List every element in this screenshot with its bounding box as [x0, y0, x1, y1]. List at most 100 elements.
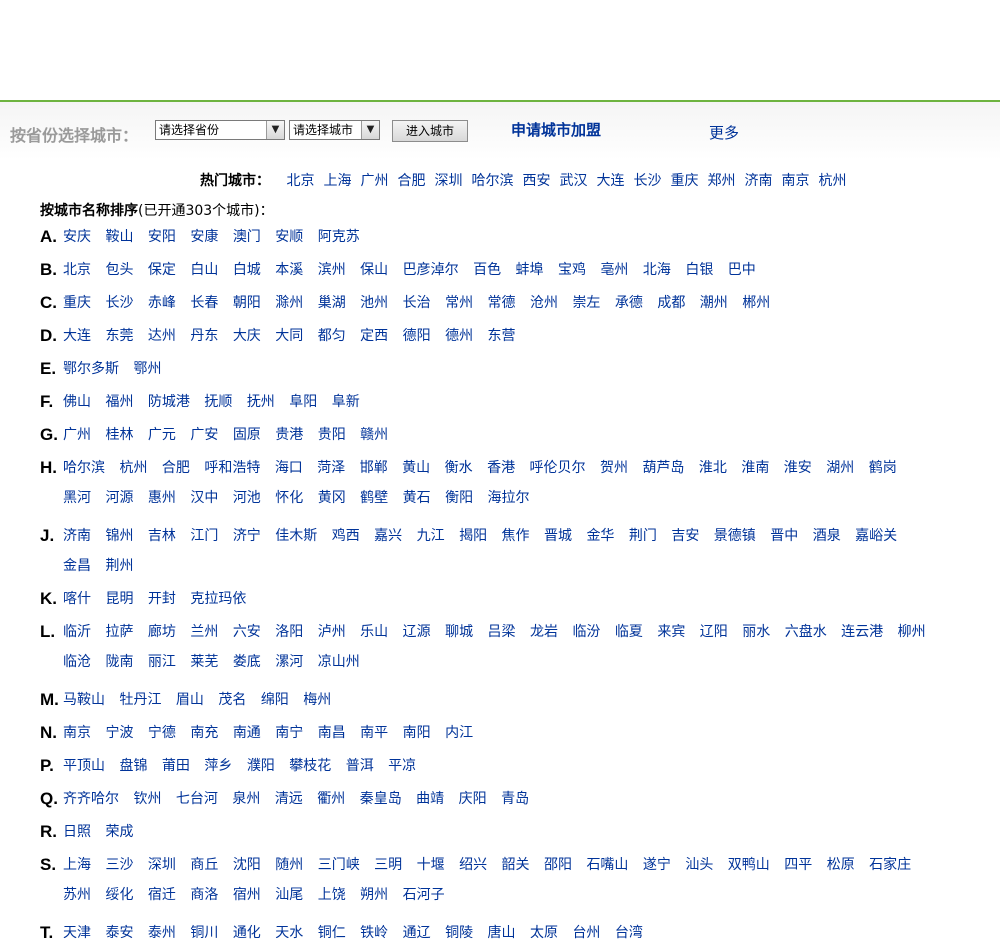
city-link[interactable]: 黄山	[402, 460, 430, 476]
city-link[interactable]: 佛山	[63, 394, 91, 410]
city-link[interactable]: 通化	[233, 925, 261, 941]
province-select[interactable]: 请选择省份 ▼	[155, 120, 285, 140]
city-link[interactable]: 攀枝花	[289, 758, 331, 774]
city-link[interactable]: 鄂尔多斯	[63, 361, 119, 377]
city-link[interactable]: 临沂	[63, 624, 91, 640]
city-link[interactable]: 太原	[530, 925, 558, 941]
city-link[interactable]: 贺州	[600, 460, 628, 476]
city-link[interactable]: 大庆	[233, 328, 261, 344]
city-link[interactable]: 淮南	[741, 460, 769, 476]
city-link[interactable]: 滨州	[318, 262, 346, 278]
city-link[interactable]: 池州	[360, 295, 388, 311]
city-link[interactable]: 苏州	[63, 887, 91, 903]
city-link[interactable]: 临夏	[615, 624, 643, 640]
city-link[interactable]: 临沧	[63, 654, 91, 670]
city-link[interactable]: 达州	[148, 328, 176, 344]
city-link[interactable]: 酒泉	[813, 528, 841, 544]
city-link[interactable]: 荆门	[629, 528, 657, 544]
city-link[interactable]: 普洱	[346, 758, 374, 774]
city-link[interactable]: 遂宁	[643, 857, 671, 873]
city-link[interactable]: 淮安	[784, 460, 812, 476]
city-link[interactable]: 海拉尔	[488, 490, 530, 506]
city-link[interactable]: 景德镇	[714, 528, 756, 544]
city-link[interactable]: 黄石	[403, 490, 431, 506]
city-link[interactable]: 泸州	[318, 624, 346, 640]
city-link[interactable]: 清远	[275, 791, 303, 807]
city-link[interactable]: 巴中	[728, 262, 756, 278]
hot-city-link[interactable]: 西安	[522, 173, 550, 189]
city-link[interactable]: 福州	[105, 394, 133, 410]
city-link[interactable]: 黄冈	[318, 490, 346, 506]
city-link[interactable]: 茂名	[218, 692, 246, 708]
city-link[interactable]: 台州	[572, 925, 600, 941]
hot-city-link[interactable]: 北京	[286, 173, 314, 189]
city-link[interactable]: 锦州	[105, 528, 133, 544]
city-link[interactable]: 合肥	[162, 460, 190, 476]
city-link[interactable]: 广州	[63, 427, 91, 443]
city-link[interactable]: 安庆	[63, 229, 91, 245]
city-link[interactable]: 东莞	[105, 328, 133, 344]
city-link[interactable]: 克拉玛依	[190, 591, 246, 607]
city-link[interactable]: 泰州	[148, 925, 176, 941]
city-link[interactable]: 菏泽	[317, 460, 345, 476]
city-link[interactable]: 河池	[233, 490, 261, 506]
city-link[interactable]: 邯郸	[360, 460, 388, 476]
city-link[interactable]: 青岛	[501, 791, 529, 807]
city-link[interactable]: 连云港	[841, 624, 883, 640]
hot-city-link[interactable]: 长沙	[633, 173, 661, 189]
city-link[interactable]: 娄底	[233, 654, 261, 670]
city-link[interactable]: 丽江	[148, 654, 176, 670]
city-link[interactable]: 盘锦	[119, 758, 147, 774]
city-link[interactable]: 葫芦岛	[642, 460, 684, 476]
city-link[interactable]: 松原	[827, 857, 855, 873]
city-link[interactable]: 铜陵	[445, 925, 473, 941]
chevron-down-icon[interactable]: ▼	[266, 121, 284, 139]
city-link[interactable]: 滁州	[275, 295, 303, 311]
city-link[interactable]: 广元	[148, 427, 176, 443]
city-link[interactable]: 上海	[63, 857, 91, 873]
city-link[interactable]: 衡水	[445, 460, 473, 476]
city-link[interactable]: 金昌	[63, 558, 91, 574]
city-link[interactable]: 长春	[190, 295, 218, 311]
city-link[interactable]: 鞍山	[105, 229, 133, 245]
city-link[interactable]: 阜新	[332, 394, 360, 410]
city-link[interactable]: 晋城	[544, 528, 572, 544]
city-link[interactable]: 丹东	[190, 328, 218, 344]
city-link[interactable]: 唐山	[488, 925, 516, 941]
city-link[interactable]: 韶关	[502, 857, 530, 873]
city-link[interactable]: 成都	[657, 295, 685, 311]
city-link[interactable]: 嘉峪关	[855, 528, 897, 544]
city-link[interactable]: 大同	[275, 328, 303, 344]
hot-city-link[interactable]: 重庆	[670, 173, 698, 189]
city-link[interactable]: 莱芜	[190, 654, 218, 670]
city-link[interactable]: 济宁	[233, 528, 261, 544]
city-link[interactable]: 吉安	[671, 528, 699, 544]
city-link[interactable]: 柳州	[898, 624, 926, 640]
hot-city-link[interactable]: 深圳	[434, 173, 462, 189]
city-link[interactable]: 乐山	[360, 624, 388, 640]
city-link[interactable]: 喀什	[63, 591, 91, 607]
city-link[interactable]: 眉山	[176, 692, 204, 708]
city-link[interactable]: 丽水	[742, 624, 770, 640]
city-link[interactable]: 洛阳	[275, 624, 303, 640]
city-link[interactable]: 安康	[190, 229, 218, 245]
hot-city-link[interactable]: 杭州	[818, 173, 846, 189]
city-link[interactable]: 荆州	[105, 558, 133, 574]
city-link[interactable]: 凉山州	[318, 654, 360, 670]
city-link[interactable]: 长沙	[105, 295, 133, 311]
city-link[interactable]: 鄂州	[133, 361, 161, 377]
city-link[interactable]: 香港	[487, 460, 515, 476]
city-link[interactable]: 保定	[148, 262, 176, 278]
city-link[interactable]: 漯河	[275, 654, 303, 670]
city-link[interactable]: 嘉兴	[374, 528, 402, 544]
city-link[interactable]: 江门	[190, 528, 218, 544]
city-link[interactable]: 保山	[360, 262, 388, 278]
city-link[interactable]: 南昌	[318, 725, 346, 741]
city-link[interactable]: 赤峰	[148, 295, 176, 311]
city-link[interactable]: 九江	[417, 528, 445, 544]
city-link[interactable]: 宁德	[148, 725, 176, 741]
city-link[interactable]: 拉萨	[105, 624, 133, 640]
city-link[interactable]: 衢州	[317, 791, 345, 807]
city-link[interactable]: 钦州	[133, 791, 161, 807]
city-link[interactable]: 六安	[233, 624, 261, 640]
